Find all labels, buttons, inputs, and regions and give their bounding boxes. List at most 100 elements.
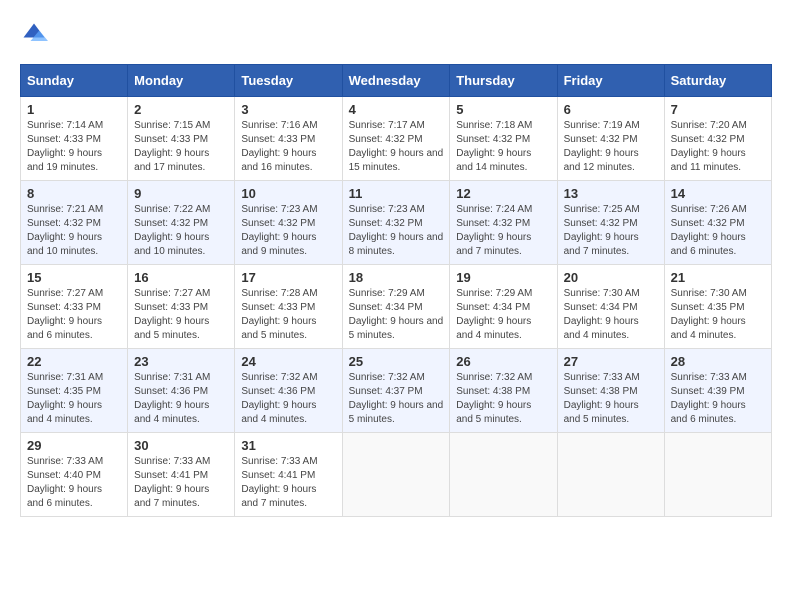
calendar-cell: [342, 433, 450, 517]
calendar-cell: 13 Sunrise: 7:25 AMSunset: 4:32 PMDayligh…: [557, 181, 664, 265]
calendar-cell: 21 Sunrise: 7:30 AMSunset: 4:35 PMDayligh…: [664, 265, 771, 349]
day-info: Sunrise: 7:33 AMSunset: 4:38 PMDaylight:…: [564, 371, 658, 427]
calendar-week-row: 29 Sunrise: 7:33 AMSunset: 4:40 PMDayligh…: [21, 433, 772, 517]
calendar-cell: 4 Sunrise: 7:17 AMSunset: 4:32 PMDaylight…: [342, 97, 450, 181]
day-number: 13: [564, 186, 658, 201]
day-info: Sunrise: 7:29 AMSunset: 4:34 PMDaylight:…: [456, 287, 550, 343]
calendar-cell: 20 Sunrise: 7:30 AMSunset: 4:34 PMDayligh…: [557, 265, 664, 349]
day-info: Sunrise: 7:30 AMSunset: 4:34 PMDaylight:…: [564, 287, 658, 343]
day-number: 25: [349, 354, 444, 369]
day-number: 9: [134, 186, 228, 201]
calendar-cell: 6 Sunrise: 7:19 AMSunset: 4:32 PMDaylight…: [557, 97, 664, 181]
day-number: 5: [456, 102, 550, 117]
calendar-cell: 5 Sunrise: 7:18 AMSunset: 4:32 PMDaylight…: [450, 97, 557, 181]
day-info: Sunrise: 7:31 AMSunset: 4:35 PMDaylight:…: [27, 371, 121, 427]
day-number: 15: [27, 270, 121, 285]
day-of-week-header: Friday: [557, 65, 664, 97]
calendar-cell: 2 Sunrise: 7:15 AMSunset: 4:33 PMDaylight…: [128, 97, 235, 181]
day-number: 22: [27, 354, 121, 369]
calendar-table: SundayMondayTuesdayWednesdayThursdayFrid…: [20, 64, 772, 517]
day-info: Sunrise: 7:31 AMSunset: 4:36 PMDaylight:…: [134, 371, 228, 427]
calendar-cell: 23 Sunrise: 7:31 AMSunset: 4:36 PMDayligh…: [128, 349, 235, 433]
day-number: 26: [456, 354, 550, 369]
day-info: Sunrise: 7:27 AMSunset: 4:33 PMDaylight:…: [27, 287, 121, 343]
day-number: 11: [349, 186, 444, 201]
calendar-header-row: SundayMondayTuesdayWednesdayThursdayFrid…: [21, 65, 772, 97]
day-of-week-header: Sunday: [21, 65, 128, 97]
day-number: 23: [134, 354, 228, 369]
day-info: Sunrise: 7:18 AMSunset: 4:32 PMDaylight:…: [456, 119, 550, 175]
calendar-cell: 9 Sunrise: 7:22 AMSunset: 4:32 PMDaylight…: [128, 181, 235, 265]
day-number: 8: [27, 186, 121, 201]
day-number: 4: [349, 102, 444, 117]
calendar-cell: 7 Sunrise: 7:20 AMSunset: 4:32 PMDaylight…: [664, 97, 771, 181]
calendar-cell: 17Sunrise: 7:28 AMSunset: 4:33 PMDayligh…: [235, 265, 342, 349]
day-info: Sunrise: 7:29 AMSunset: 4:34 PMDaylight:…: [349, 287, 444, 343]
calendar-cell: 27 Sunrise: 7:33 AMSunset: 4:38 PMDayligh…: [557, 349, 664, 433]
day-number: 30: [134, 438, 228, 453]
day-info: Sunrise: 7:32 AMSunset: 4:36 PMDaylight:…: [241, 371, 335, 427]
calendar-cell: 26 Sunrise: 7:32 AMSunset: 4:38 PMDayligh…: [450, 349, 557, 433]
day-info: Sunrise: 7:33 AMSunset: 4:41 PMDaylight:…: [241, 455, 335, 511]
day-info: Sunrise: 7:33 AMSunset: 4:41 PMDaylight:…: [134, 455, 228, 511]
day-number: 18: [349, 270, 444, 285]
day-number: 2: [134, 102, 228, 117]
day-number: 19: [456, 270, 550, 285]
calendar-cell: 25 Sunrise: 7:32 AMSunset: 4:37 PMDayligh…: [342, 349, 450, 433]
day-number: 7: [671, 102, 765, 117]
day-number: 28: [671, 354, 765, 369]
day-info: Sunrise: 7:24 AMSunset: 4:32 PMDaylight:…: [456, 203, 550, 259]
day-info: Sunrise: 7:32 AMSunset: 4:37 PMDaylight:…: [349, 371, 444, 427]
calendar-cell: 15 Sunrise: 7:27 AMSunset: 4:33 PMDayligh…: [21, 265, 128, 349]
calendar-cell: 29 Sunrise: 7:33 AMSunset: 4:40 PMDayligh…: [21, 433, 128, 517]
day-info: Sunrise: 7:25 AMSunset: 4:32 PMDaylight:…: [564, 203, 658, 259]
calendar-cell: 1 Sunrise: 7:14 AMSunset: 4:33 PMDaylight…: [21, 97, 128, 181]
calendar-cell: 18 Sunrise: 7:29 AMSunset: 4:34 PMDayligh…: [342, 265, 450, 349]
calendar-cell: 30 Sunrise: 7:33 AMSunset: 4:41 PMDayligh…: [128, 433, 235, 517]
day-number: 27: [564, 354, 658, 369]
logo-icon: [20, 20, 48, 48]
calendar-cell: 24 Sunrise: 7:32 AMSunset: 4:36 PMDayligh…: [235, 349, 342, 433]
day-info: Sunrise: 7:16 AMSunset: 4:33 PMDaylight:…: [241, 119, 335, 175]
day-info: Sunrise: 7:33 AMSunset: 4:39 PMDaylight:…: [671, 371, 765, 427]
day-info: Sunrise: 7:20 AMSunset: 4:32 PMDaylight:…: [671, 119, 765, 175]
day-number: 24: [241, 354, 335, 369]
day-info: Sunrise: 7:17 AMSunset: 4:32 PMDaylight:…: [349, 119, 444, 175]
day-info: Sunrise: 7:23 AMSunset: 4:32 PMDaylight:…: [241, 203, 335, 259]
calendar-week-row: 8 Sunrise: 7:21 AMSunset: 4:32 PMDaylight…: [21, 181, 772, 265]
day-of-week-header: Thursday: [450, 65, 557, 97]
day-number: 31: [241, 438, 335, 453]
day-number: 6: [564, 102, 658, 117]
calendar-cell: 22 Sunrise: 7:31 AMSunset: 4:35 PMDayligh…: [21, 349, 128, 433]
day-info: Sunrise: 7:30 AMSunset: 4:35 PMDaylight:…: [671, 287, 765, 343]
day-number: 14: [671, 186, 765, 201]
day-info: Sunrise: 7:28 AMSunset: 4:33 PMDaylight:…: [241, 287, 335, 343]
day-of-week-header: Saturday: [664, 65, 771, 97]
logo: [20, 20, 52, 48]
calendar-cell: 12Sunrise: 7:24 AMSunset: 4:32 PMDayligh…: [450, 181, 557, 265]
calendar-week-row: 15 Sunrise: 7:27 AMSunset: 4:33 PMDayligh…: [21, 265, 772, 349]
calendar-cell: 28 Sunrise: 7:33 AMSunset: 4:39 PMDayligh…: [664, 349, 771, 433]
calendar-cell: [664, 433, 771, 517]
day-info: Sunrise: 7:23 AMSunset: 4:32 PMDaylight:…: [349, 203, 444, 259]
day-of-week-header: Tuesday: [235, 65, 342, 97]
day-of-week-header: Monday: [128, 65, 235, 97]
day-number: 1: [27, 102, 121, 117]
day-number: 29: [27, 438, 121, 453]
day-info: Sunrise: 7:33 AMSunset: 4:40 PMDaylight:…: [27, 455, 121, 511]
day-number: 20: [564, 270, 658, 285]
calendar-cell: 16Sunrise: 7:27 AMSunset: 4:33 PMDayligh…: [128, 265, 235, 349]
page-header: [20, 20, 772, 48]
day-info: Sunrise: 7:21 AMSunset: 4:32 PMDaylight:…: [27, 203, 121, 259]
day-info: Sunrise: 7:22 AMSunset: 4:32 PMDaylight:…: [134, 203, 228, 259]
day-info: Sunrise: 7:27 AMSunset: 4:33 PMDaylight:…: [134, 287, 228, 343]
calendar-cell: 10Sunrise: 7:23 AMSunset: 4:32 PMDayligh…: [235, 181, 342, 265]
day-info: Sunrise: 7:14 AMSunset: 4:33 PMDaylight:…: [27, 119, 121, 175]
calendar-cell: 19 Sunrise: 7:29 AMSunset: 4:34 PMDayligh…: [450, 265, 557, 349]
day-info: Sunrise: 7:19 AMSunset: 4:32 PMDaylight:…: [564, 119, 658, 175]
day-info: Sunrise: 7:32 AMSunset: 4:38 PMDaylight:…: [456, 371, 550, 427]
day-info: Sunrise: 7:15 AMSunset: 4:33 PMDaylight:…: [134, 119, 228, 175]
calendar-cell: [450, 433, 557, 517]
calendar-week-row: 1 Sunrise: 7:14 AMSunset: 4:33 PMDaylight…: [21, 97, 772, 181]
day-number: 21: [671, 270, 765, 285]
